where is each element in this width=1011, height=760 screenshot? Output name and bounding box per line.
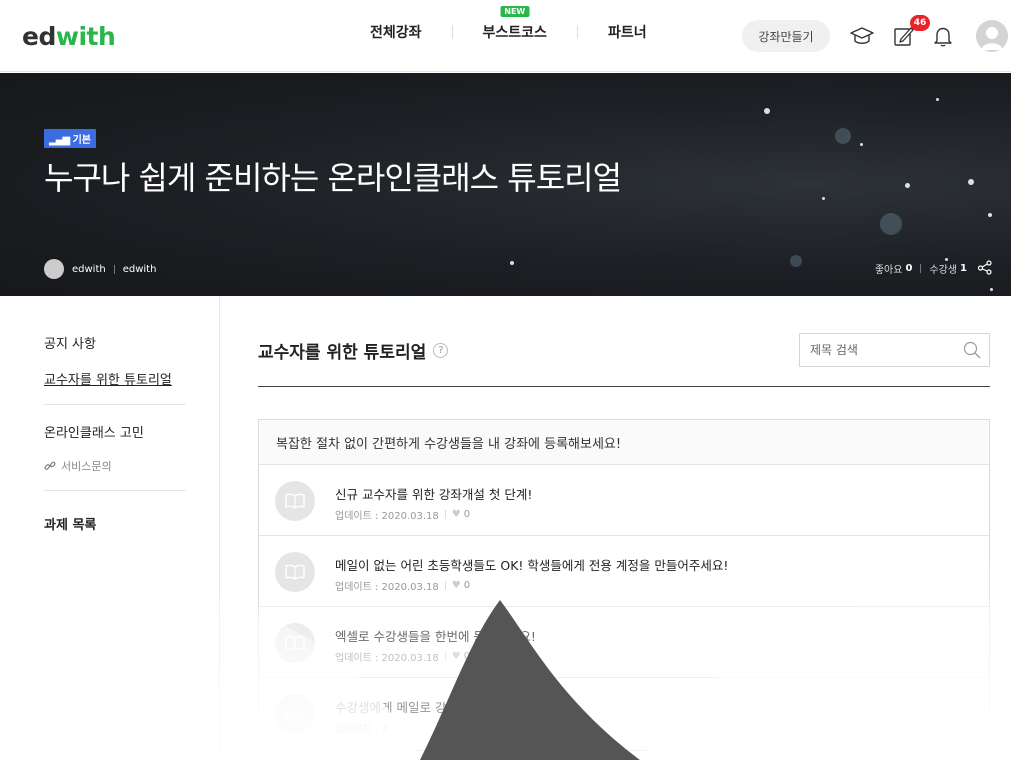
sidebar-item-assignments[interactable]: 과제 목록: [44, 514, 96, 533]
course-sidebar: 공지 사항 교수자를 위한 튜토리얼 온라인클래스 고민 서비스문의 과제 목록: [0, 296, 220, 760]
new-badge: NEW: [500, 6, 530, 17]
book-icon: [275, 481, 315, 521]
item-likes: 0: [463, 651, 471, 662]
item-meta: 업데이트 : 2020.03.18 ♥ 0: [335, 507, 470, 522]
list-item[interactable]: 수강생에게 메일로 강좌에 초대하기 업데이트 : 2: [259, 678, 989, 749]
notification-count-badge: 46: [910, 15, 930, 31]
search-input[interactable]: [800, 334, 950, 366]
main-nav: 전체강좌 NEW 부스트코스 파트너: [370, 6, 647, 42]
section-title-text: 교수자를 위한 튜토리얼: [258, 343, 427, 363]
item-title[interactable]: 메일이 없는 어린 초등학생들도 OK! 학생들에게 전용 계정을 만들어주세요…: [335, 555, 728, 574]
edwith-logo[interactable]: edwith: [22, 22, 116, 51]
sidebar-divider: [44, 490, 186, 491]
tutorial-board: 복잡한 절차 없이 간편하게 수강생들을 내 강좌에 등록해보세요! 신규 교수…: [258, 419, 990, 751]
item-updated: 업데이트 : 2020.03.18: [335, 582, 439, 593]
logo-with-text: with: [55, 22, 116, 51]
item-title[interactable]: 엑셀로 수강생들을 한번에 등록하세요!: [335, 626, 536, 645]
bell-icon[interactable]: [929, 22, 957, 50]
item-meta: 업데이트 : 2020.03.18 ♥ 0: [335, 578, 470, 593]
book-icon: [275, 694, 315, 734]
search-icon[interactable]: [963, 341, 981, 363]
sidebar-item-notice[interactable]: 공지 사항: [44, 333, 96, 352]
author-name[interactable]: edwith: [72, 264, 106, 275]
nav-divider: [576, 25, 578, 39]
sidebar-item-worries[interactable]: 온라인클래스 고민: [44, 422, 144, 441]
nav-divider: [451, 25, 453, 39]
author-avatar: [44, 259, 64, 279]
author-org[interactable]: edwith: [123, 264, 157, 275]
item-likes: 0: [463, 509, 471, 520]
heart-icon: ♥: [451, 509, 461, 520]
sidebar-divider: [44, 404, 186, 405]
students-label: 수강생: [929, 265, 958, 276]
section-divider: [258, 386, 990, 387]
likes-count: 0: [905, 263, 913, 274]
book-icon: [275, 552, 315, 592]
item-updated: 업데이트 : 2020.03.18: [335, 511, 439, 522]
item-title[interactable]: 신규 교수자를 위한 강좌개설 첫 단계!: [335, 484, 532, 503]
list-item[interactable]: 엑셀로 수강생들을 한번에 등록하세요! 업데이트 : 2020.03.18 ♥…: [259, 607, 989, 678]
service-label: 서비스문의: [61, 460, 112, 473]
level-badge: ▂▄▆ 기본: [44, 129, 96, 148]
item-likes: 0: [463, 580, 471, 591]
share-icon[interactable]: [977, 259, 993, 278]
item-title[interactable]: 수강생에게 메일로 강좌에 초대하기: [335, 697, 519, 716]
help-icon[interactable]: ?: [433, 343, 449, 358]
likes-label: 좋아요: [874, 265, 903, 276]
board-header: 복잡한 절차 없이 간편하게 수강생들을 내 강좌에 등록해보세요!: [259, 420, 989, 465]
user-avatar[interactable]: [976, 20, 1008, 52]
heart-icon: ♥: [451, 651, 461, 662]
nav-partner[interactable]: 파트너: [608, 22, 647, 42]
make-course-button[interactable]: 강좌만들기: [742, 20, 830, 52]
nav-boostcourse-label: 부스트코스: [482, 25, 547, 41]
course-title: 누구나 쉽게 준비하는 온라인클래스 튜토리얼: [44, 159, 622, 197]
list-item[interactable]: 신규 교수자를 위한 강좌개설 첫 단계! 업데이트 : 2020.03.18 …: [259, 465, 989, 536]
section-title: 교수자를 위한 튜토리얼 ?: [258, 338, 449, 363]
heart-icon: ♥: [451, 580, 461, 591]
item-meta: 업데이트 : 2020.03.18 ♥ 0: [335, 649, 470, 664]
item-meta: 업데이트 : 2: [335, 720, 388, 735]
list-item[interactable]: 메일이 없는 어린 초등학생들도 OK! 학생들에게 전용 계정을 만들어주세요…: [259, 536, 989, 607]
book-icon: [275, 623, 315, 663]
link-icon: [44, 460, 56, 472]
top-header: edwith 전체강좌 NEW 부스트코스 파트너 강좌만들기 46: [0, 0, 1011, 72]
nav-boostcourse[interactable]: NEW 부스트코스: [482, 6, 547, 42]
sidebar-item-service[interactable]: 서비스문의: [44, 458, 112, 474]
logo-ed-text: ed: [22, 22, 56, 51]
graduation-cap-icon[interactable]: [848, 22, 876, 50]
course-stats: 좋아요 0 수강생 1: [875, 259, 993, 278]
item-updated: 업데이트 : 2: [335, 724, 388, 735]
course-hero-banner: ▂▄▆ 기본 누구나 쉽게 준비하는 온라인클래스 튜토리얼 edwith ed…: [0, 73, 1011, 296]
sidebar-item-tutorial[interactable]: 교수자를 위한 튜토리얼: [44, 369, 172, 388]
title-search: [799, 333, 990, 367]
course-author: edwith edwith: [44, 259, 156, 279]
item-updated: 업데이트 : 2020.03.18: [335, 653, 439, 664]
students-count: 1: [960, 263, 967, 274]
nav-all-courses[interactable]: 전체강좌: [370, 22, 422, 42]
